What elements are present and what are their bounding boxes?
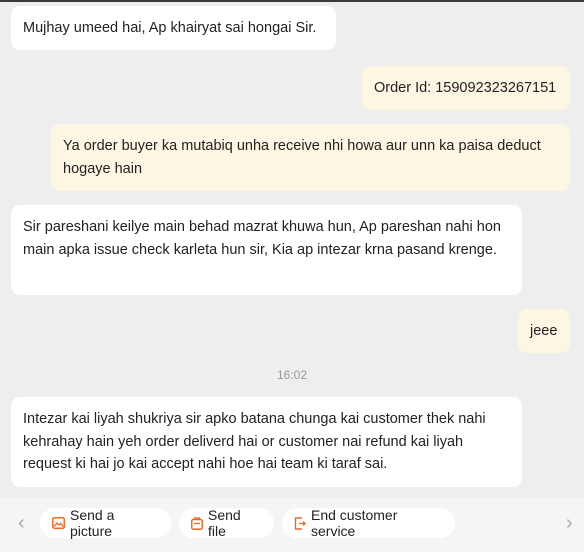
user-message: Ya order buyer ka mutabiq unha receive n… — [51, 124, 570, 191]
agent-message: Sir pareshani keilye main behad mazrat k… — [11, 205, 522, 295]
agent-message: Intezar kai liyah shukriya sir apko bata… — [11, 397, 522, 487]
exit-icon — [294, 516, 306, 530]
end-customer-service-button[interactable]: End customer service — [282, 507, 455, 539]
send-picture-button[interactable]: Send a picture — [40, 507, 171, 539]
send-file-label: Send file — [208, 507, 241, 539]
file-icon — [191, 516, 203, 530]
end-customer-service-label: End customer service — [311, 507, 398, 539]
quick-action-toolbar: ‹ Send a picture Send file End customer … — [0, 498, 584, 552]
picture-icon — [52, 517, 65, 529]
message-timestamp: 16:02 — [276, 368, 308, 382]
chevron-left-icon[interactable]: ‹ — [18, 512, 25, 535]
agent-message: Mujhay umeed hai, Ap khairyat sai hongai… — [11, 6, 336, 50]
user-message: Order Id: 159092323267151 — [362, 66, 570, 110]
send-picture-label: Send a picture — [70, 507, 115, 539]
user-message: jeee — [518, 309, 570, 353]
chevron-right-icon[interactable]: › — [566, 512, 573, 535]
send-file-button[interactable]: Send file — [179, 507, 274, 539]
top-divider — [0, 0, 584, 2]
